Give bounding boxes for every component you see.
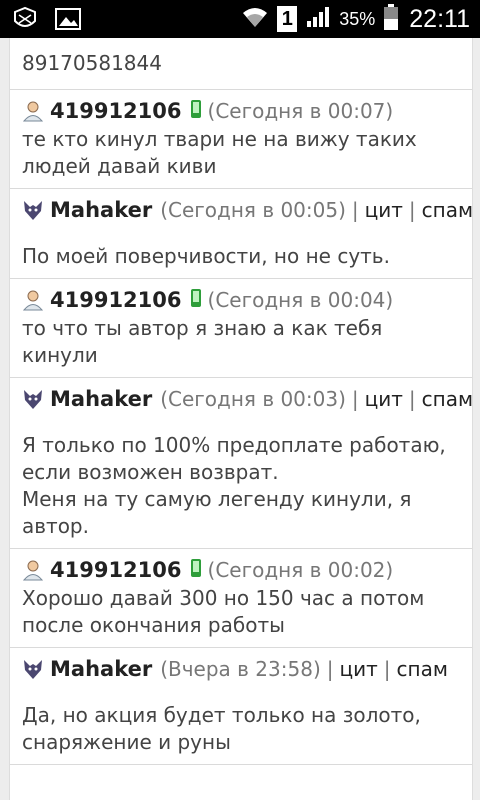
mobile-phone-icon xyxy=(190,99,202,124)
quote-link[interactable]: цит xyxy=(340,657,378,681)
message-time: (Вчера в 23:58) xyxy=(160,657,321,681)
spam-link[interactable]: спам xyxy=(397,657,448,681)
author-name[interactable]: Mahaker xyxy=(50,198,152,222)
message-time: (Сегодня в 00:07) xyxy=(207,99,394,123)
author-name[interactable]: Mahaker xyxy=(50,387,152,411)
spam-link[interactable]: спам xyxy=(422,198,472,222)
clock: 22:11 xyxy=(409,4,470,33)
message-text: 89170581844 xyxy=(22,51,162,75)
user-avatar-icon xyxy=(22,559,44,581)
image-icon xyxy=(54,7,82,35)
message-time: (Сегодня в 00:02) xyxy=(207,558,394,582)
message-time: (Сегодня в 00:04) xyxy=(207,288,394,312)
message-text: Да, но акция будет только на золото, сна… xyxy=(22,703,421,754)
user-avatar-icon xyxy=(22,289,44,311)
author-name[interactable]: 419912106 xyxy=(50,288,182,312)
message-item: Mahaker (Сегодня в 00:03) | цит | спам Я… xyxy=(10,378,472,549)
quote-link[interactable]: цит xyxy=(365,198,403,222)
battery-percent: 35% xyxy=(339,8,376,29)
message-item: 419912106 (Сегодня в 00:07) те кто кинул… xyxy=(10,90,472,189)
spam-link[interactable]: спам xyxy=(422,387,472,411)
message-feed[interactable]: 89170581844 419912106 (Сегодня в 00:07) … xyxy=(9,38,473,800)
wolf-avatar-icon xyxy=(22,658,44,680)
author-name[interactable]: Mahaker xyxy=(50,657,152,681)
mobile-phone-icon xyxy=(190,558,202,583)
message-text-line: Я только по 100% предоплате работаю, есл… xyxy=(22,433,446,484)
message-text: то что ты автор я знаю а как тебя кинули xyxy=(22,316,383,367)
user-avatar-icon xyxy=(22,100,44,122)
status-bar: 1 35% 22:11 xyxy=(0,0,480,38)
message-text: Хорошо давай 300 но 150 час а потом посл… xyxy=(22,586,425,637)
message-item: 419912106 (Сегодня в 00:02) Хорошо давай… xyxy=(10,549,472,648)
mobile-phone-icon xyxy=(190,288,202,313)
message-item: 419912106 (Сегодня в 00:04) то что ты ав… xyxy=(10,279,472,378)
message-time: (Сегодня в 00:05) xyxy=(160,198,346,222)
author-name[interactable]: 419912106 xyxy=(50,558,182,582)
wolf-avatar-icon xyxy=(22,199,44,221)
wolf-avatar-icon xyxy=(22,388,44,410)
battery-icon xyxy=(383,3,399,35)
author-name[interactable]: 419912106 xyxy=(50,99,182,123)
message-fragment: 89170581844 xyxy=(10,38,472,90)
wifi-icon xyxy=(241,5,269,33)
message-item: Mahaker (Сегодня в 00:05) | цит | спам П… xyxy=(10,189,472,279)
message-text: те кто кинул твари не на вижу таких люде… xyxy=(22,127,417,178)
quote-link[interactable]: цит xyxy=(365,387,403,411)
message-item: Mahaker (Вчера в 23:58) | цит | спам Да,… xyxy=(10,648,472,765)
message-text: По моей поверчивости, но не суть. xyxy=(22,244,390,268)
message-text-line: Меня на ту самую легенду кинули, я автор… xyxy=(22,487,412,538)
message-time: (Сегодня в 00:03) xyxy=(160,387,346,411)
sim-card-icon: 1 xyxy=(277,6,298,32)
signal-icon xyxy=(305,5,331,33)
shield-icon xyxy=(12,6,38,36)
